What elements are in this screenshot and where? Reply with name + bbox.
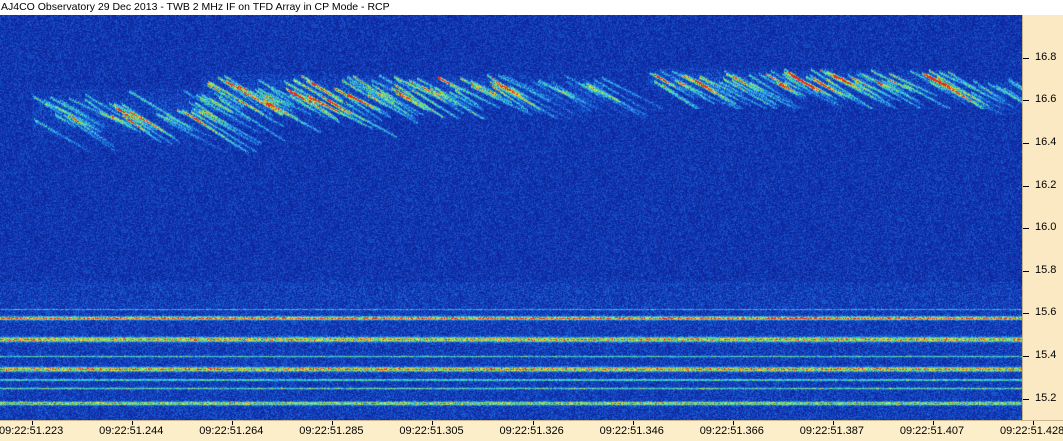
y-tick [1023, 356, 1029, 358]
y-tick [1023, 398, 1029, 400]
y-tick-label: 15.6 [1035, 306, 1057, 319]
x-tick-label: 09:22:51.326 [499, 425, 564, 437]
y-tick [1023, 228, 1029, 230]
frequency-axis: 15.2 15.4 15.6 15.8 16.0 16.2 16.4 16.6 16.8 [1022, 15, 1063, 420]
x-tick-label: 09:22:51.428 [1000, 425, 1063, 437]
y-tick [1023, 270, 1029, 272]
x-tick-label: 09:22:51.366 [699, 425, 764, 437]
y-tick-label: 16.0 [1035, 221, 1057, 234]
x-tick-label: 09:22:51.387 [799, 425, 865, 437]
x-tick-label: 09:22:51.407 [899, 425, 965, 437]
y-tick-label: 15.4 [1035, 349, 1057, 362]
x-tick-label: 09:22:51.264 [199, 425, 264, 437]
y-tick [1023, 100, 1029, 102]
y-tick-label: 15.2 [1035, 391, 1057, 404]
y-tick-label: 16.8 [1035, 50, 1057, 63]
x-tick-label: 09:22:51.346 [599, 425, 664, 437]
window-title-bar: AJ4CO Observatory 29 Dec 2013 - TWB 2 MH… [0, 0, 1063, 15]
window-title: AJ4CO Observatory 29 Dec 2013 - TWB 2 MH… [1, 1, 390, 13]
y-tick-label: 16.2 [1035, 178, 1057, 191]
time-axis: 09:22:51.223 09:22:51.244 09:22:51.264 09:2… [0, 420, 1063, 441]
x-tick-label: 09:22:51.285 [299, 425, 364, 437]
x-tick-label: 09:22:51.223 [0, 425, 64, 437]
x-tick-label: 09:22:51.305 [399, 425, 464, 437]
spectrogram-plot [0, 15, 1022, 420]
y-tick [1023, 185, 1029, 187]
y-tick [1023, 313, 1029, 315]
y-tick-label: 15.8 [1035, 263, 1057, 276]
y-tick [1023, 142, 1029, 144]
y-tick-label: 16.6 [1035, 93, 1057, 106]
y-tick [1023, 57, 1029, 59]
x-tick-label: 09:22:51.244 [99, 425, 164, 437]
y-tick-label: 16.4 [1035, 135, 1057, 148]
